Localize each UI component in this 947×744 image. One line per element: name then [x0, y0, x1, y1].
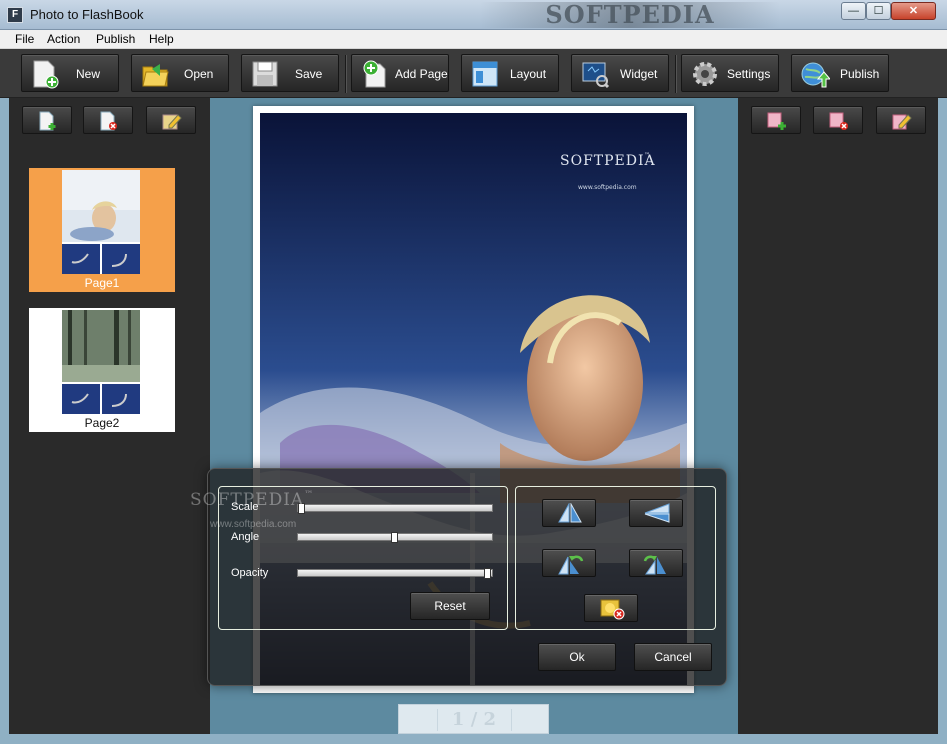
widget-label: Widget [620, 67, 658, 81]
opacity-slider-thumb[interactable] [484, 568, 491, 579]
globe-upload-icon [801, 62, 830, 88]
edit-photo-icon [892, 114, 912, 130]
opacity-label: Opacity [231, 567, 269, 579]
layout-button[interactable]: Layout [461, 54, 559, 92]
new-label: New [76, 67, 101, 81]
menu-action[interactable]: Action [47, 32, 80, 46]
save-label: Save [295, 67, 323, 81]
save-disk-icon [252, 61, 278, 87]
angle-slider-thumb[interactable] [391, 532, 398, 543]
rotate-left-button[interactable] [542, 549, 596, 577]
title-bar: F Photo to FlashBook SOFTPEDIA — ☐ ✕ [0, 0, 947, 30]
delete-page-icon [100, 111, 117, 131]
page-photo-brand: SOFTPEDIA [560, 153, 656, 169]
page-counter: 1 / 2 [451, 709, 497, 730]
minimize-button[interactable]: — [841, 2, 866, 20]
main-toolbar: New Open Save Add Page Layout Widget Set… [0, 49, 947, 98]
flip-horizontal-button[interactable] [542, 499, 596, 527]
window-frame-bottom [0, 734, 947, 744]
angle-slider[interactable] [297, 532, 493, 543]
edit-page-button[interactable] [146, 106, 196, 134]
watermark-text: SOFTPEDIA™ [190, 490, 314, 510]
opacity-slider[interactable] [297, 568, 493, 579]
scale-slider[interactable] [297, 503, 493, 514]
page-photo-brand-tm: ™ [644, 152, 650, 159]
window-frame-left [0, 98, 9, 744]
flip-horizontal-icon [558, 503, 582, 523]
page-photo-url: www.softpedia.com [578, 184, 637, 191]
edit-photo-button[interactable] [876, 106, 926, 134]
title-watermark: SOFTPEDIA [480, 2, 780, 28]
page-thumbnail-label: Page2 [84, 416, 120, 430]
edit-page-icon [162, 114, 182, 130]
add-page-button[interactable]: Add Page [351, 54, 449, 92]
reset-button[interactable]: Reset [410, 592, 490, 620]
add-page-label: Add Page [395, 67, 448, 81]
layout-label: Layout [510, 67, 547, 81]
page-thumbnail-image [62, 170, 140, 274]
remove-effect-icon [600, 599, 625, 620]
settings-button[interactable]: Settings [681, 54, 779, 92]
watermark-brand: SOFTPEDIA [190, 490, 305, 510]
add-photo-button[interactable] [751, 106, 801, 134]
page-thumbnail-image [62, 310, 140, 414]
menu-bar: File Action Publish Help [0, 30, 947, 49]
rotate-left-icon [558, 555, 584, 575]
page-navigator: 1 / 2 [398, 704, 549, 734]
page-thumbnail[interactable]: Page1 [29, 168, 175, 292]
delete-page-button[interactable] [83, 106, 133, 134]
open-button[interactable]: Open [131, 54, 229, 92]
page-thumbnail-label: Page1 [84, 276, 120, 290]
remove-effect-button[interactable] [584, 594, 638, 622]
toolbar-separator [345, 55, 347, 93]
angle-label: Angle [231, 531, 260, 543]
app-icon: F [7, 7, 23, 23]
new-button[interactable]: New [21, 54, 119, 92]
photo-list-panel [738, 98, 938, 734]
settings-label: Settings [727, 67, 771, 81]
new-document-icon [33, 60, 59, 89]
menu-file[interactable]: File [15, 32, 34, 46]
menu-help[interactable]: Help [149, 32, 174, 46]
toolbar-separator [675, 55, 677, 93]
add-page-icon [39, 111, 56, 131]
rotate-right-button[interactable] [629, 549, 683, 577]
flip-vertical-button[interactable] [629, 499, 683, 527]
delete-photo-button[interactable] [813, 106, 863, 134]
page-list-panel: Page1 Page2 [9, 98, 210, 734]
close-button[interactable]: ✕ [891, 2, 936, 20]
add-page-small-button[interactable] [22, 106, 72, 134]
save-button[interactable]: Save [241, 54, 339, 92]
folder-open-icon [142, 64, 169, 87]
publish-label: Publish [840, 67, 880, 81]
watermark-tm: ™ [304, 490, 315, 500]
menu-publish[interactable]: Publish [96, 32, 135, 46]
page-thumbnail[interactable]: Page2 [29, 308, 175, 432]
maximize-button[interactable]: ☐ [866, 2, 891, 20]
rotate-right-icon [643, 555, 666, 575]
ok-button[interactable]: Ok [538, 643, 616, 671]
watermark-url: www.softpedia.com [210, 519, 297, 530]
window-frame-right [938, 98, 947, 744]
gear-icon [693, 62, 717, 86]
window-title: Photo to FlashBook [30, 7, 144, 22]
pager-divider [511, 709, 512, 731]
widget-icon [582, 62, 610, 89]
transform-group [515, 486, 716, 630]
pager-divider [437, 709, 438, 731]
flip-vertical-icon [644, 503, 670, 523]
layout-icon [472, 61, 498, 87]
open-label: Open [184, 67, 214, 81]
publish-button[interactable]: Publish [791, 54, 889, 92]
add-page-icon [363, 60, 386, 88]
delete-photo-icon [829, 112, 848, 130]
widget-button[interactable]: Widget [571, 54, 669, 92]
cancel-button[interactable]: Cancel [634, 643, 712, 671]
add-photo-icon [767, 112, 786, 130]
